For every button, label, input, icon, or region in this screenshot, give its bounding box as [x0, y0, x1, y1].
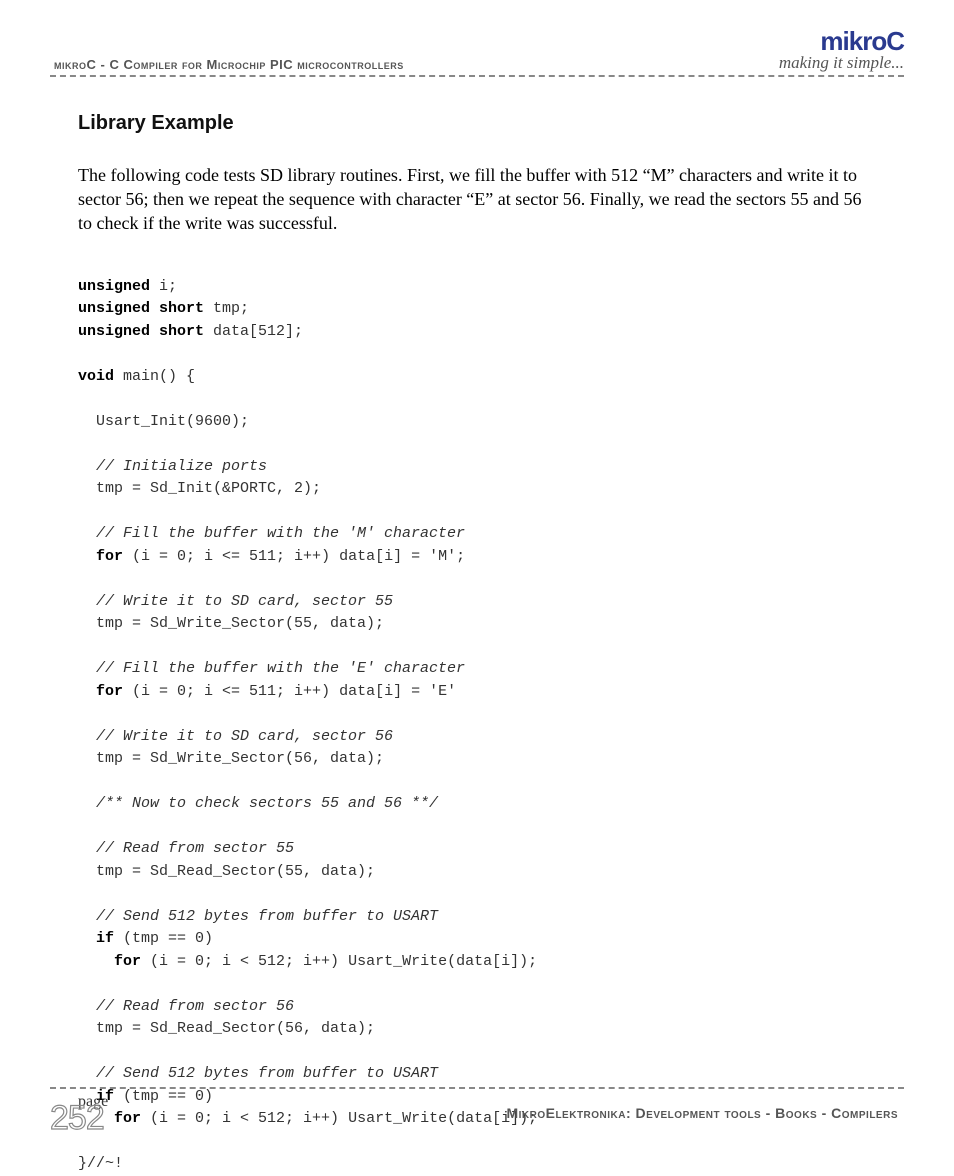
- code-text: main() {: [114, 368, 195, 385]
- kw: if: [96, 930, 114, 947]
- page-content: Library Example The following code tests…: [50, 112, 904, 1176]
- code-text: [78, 548, 96, 565]
- kw: for: [96, 683, 123, 700]
- intro-paragraph: The following code tests SD library rout…: [78, 163, 876, 236]
- kw: for: [96, 548, 123, 565]
- code-text: tmp = Sd_Read_Sector(56, data);: [78, 1020, 375, 1037]
- kw: unsigned: [78, 278, 150, 295]
- comment: // Send 512 bytes from buffer to USART: [78, 908, 438, 925]
- comment: // Fill the buffer with the 'M' characte…: [78, 525, 465, 542]
- kw: unsigned short: [78, 323, 204, 340]
- kw: void: [78, 368, 114, 385]
- header-right: mikroC making it simple...: [779, 28, 904, 73]
- code-text: (i = 0; i < 512; i++) Usart_Write(data[i…: [141, 953, 537, 970]
- comment: // Write it to SD card, sector 56: [78, 728, 393, 745]
- footer-divider: [50, 1087, 904, 1089]
- code-text: Usart_Init(9600);: [78, 413, 249, 430]
- page-number: 252: [50, 1099, 140, 1135]
- code-text: tmp;: [204, 300, 249, 317]
- page-header: mikroC - C Compiler for Microchip PIC mi…: [50, 28, 904, 73]
- code-text: [78, 930, 96, 947]
- comment: // Read from sector 55: [78, 840, 294, 857]
- comment: // Send 512 bytes from buffer to USART: [78, 1065, 438, 1082]
- code-text: tmp = Sd_Read_Sector(55, data);: [78, 863, 375, 880]
- header-left-text: mikroC - C Compiler for Microchip PIC mi…: [54, 57, 404, 73]
- page-number-text: 252: [50, 1099, 104, 1135]
- code-text: [78, 953, 114, 970]
- code-text: tmp = Sd_Init(&PORTC, 2);: [78, 480, 321, 497]
- kw: unsigned short: [78, 300, 204, 317]
- comment: /** Now to check sectors 55 and 56 **/: [78, 795, 438, 812]
- code-text: i;: [150, 278, 177, 295]
- code-text: tmp = Sd_Write_Sector(56, data);: [78, 750, 384, 767]
- code-text: (tmp == 0): [114, 930, 213, 947]
- header-divider: [50, 75, 904, 77]
- code-text: (i = 0; i <= 511; i++) data[i] = 'E': [123, 683, 456, 700]
- comment: // Write it to SD card, sector 55: [78, 593, 393, 610]
- comment: // Read from sector 56: [78, 998, 294, 1015]
- page-footer: page MikroElektronika: Development tools…: [50, 1087, 904, 1121]
- comment: // Initialize ports: [78, 458, 267, 475]
- comment: // Fill the buffer with the 'E' characte…: [78, 660, 465, 677]
- code-text: [78, 683, 96, 700]
- code-text: (i = 0; i <= 511; i++) data[i] = 'M';: [123, 548, 465, 565]
- footer-row: page MikroElektronika: Development tools…: [50, 1095, 904, 1121]
- logo-text: mikroC: [779, 28, 904, 54]
- section-title: Library Example: [78, 112, 876, 135]
- code-text: }//~!: [78, 1155, 123, 1172]
- tagline-text: making it simple...: [779, 54, 904, 73]
- code-block: unsigned i; unsigned short tmp; unsigned…: [78, 276, 876, 1176]
- footer-text: MikroElektronika: Development tools - Bo…: [506, 1105, 898, 1121]
- code-text: tmp = Sd_Write_Sector(55, data);: [78, 615, 384, 632]
- kw: for: [114, 953, 141, 970]
- code-text: data[512];: [204, 323, 303, 340]
